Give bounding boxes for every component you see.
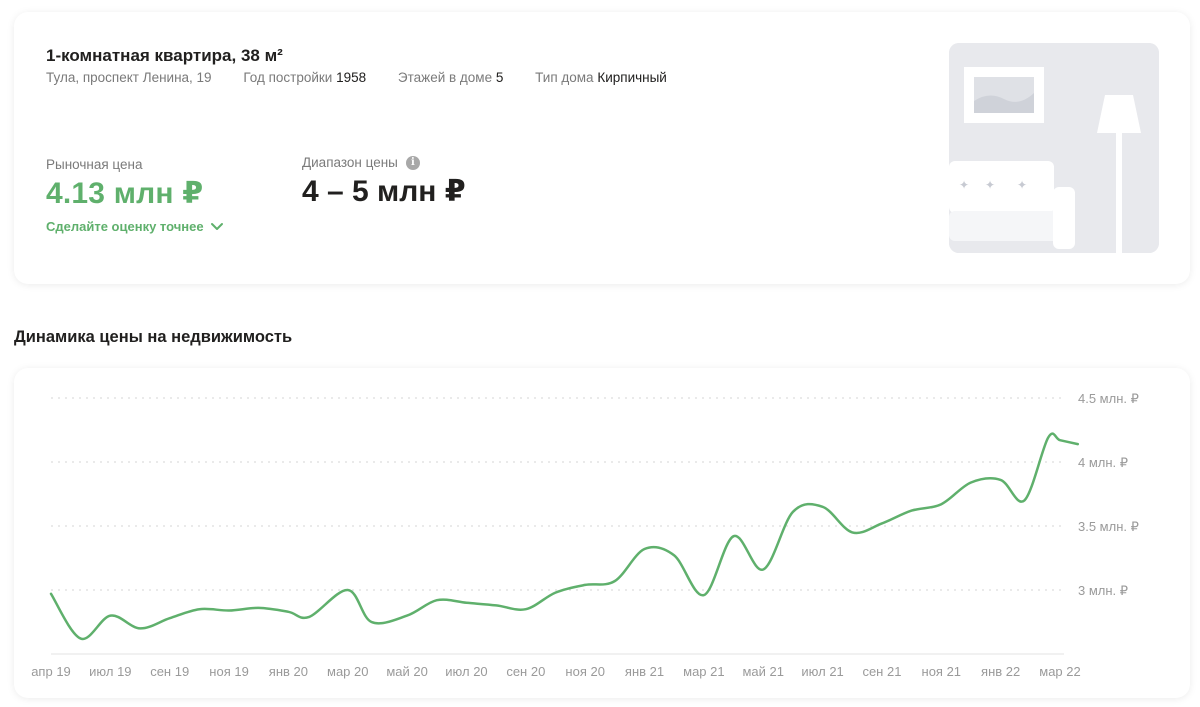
x-tick-label: ноя 20 xyxy=(565,664,605,679)
refine-estimate-link[interactable]: Сделайте оценку точнее xyxy=(46,219,224,234)
property-address: Тула, проспект Ленина, 19 xyxy=(46,70,212,85)
build-year-value: 1958 xyxy=(336,70,367,85)
floors-label: Этажей в доме xyxy=(397,70,493,85)
floors: Этажей в доме 5 xyxy=(398,70,507,85)
chevron-down-icon xyxy=(210,222,223,230)
price-range-label: Диапазон цены xyxy=(302,155,398,170)
price-range-block: Диапазон цены i 4 – 5 млн ₽ xyxy=(302,155,466,209)
x-tick-label: янв 22 xyxy=(981,664,1020,679)
y-tick-label: 4.5 млн. ₽ xyxy=(1078,391,1139,406)
svg-text:✦: ✦ xyxy=(959,178,969,192)
y-tick-label: 4 млн. ₽ xyxy=(1078,455,1128,470)
price-chart: 3 млн. ₽ 3.5 млн. ₽ 4 млн. ₽ 4.5 млн. ₽ апр … xyxy=(31,391,1139,679)
x-tick-label: май 21 xyxy=(742,664,784,679)
property-card: 1-комнатная квартира, 38 м² Тула, проспе… xyxy=(14,12,1190,284)
x-tick-label: сен 19 xyxy=(150,664,189,679)
house-type: Тип дома Кирпичный xyxy=(535,70,667,85)
x-tick-label: ноя 19 xyxy=(209,664,249,679)
room-illustration-image: ✦ ✦ ✦ xyxy=(949,43,1159,253)
x-tick-label: июл 19 xyxy=(89,664,131,679)
property-meta: Тула, проспект Ленина, 19 Год постройки … xyxy=(46,70,695,85)
property-title: 1-комнатная квартира, 38 м² xyxy=(46,46,283,65)
svg-text:✦: ✦ xyxy=(985,178,995,192)
floors-value: 5 xyxy=(495,70,504,85)
price-range-header: Диапазон цены i xyxy=(302,155,466,170)
x-tick-label: мар 20 xyxy=(327,664,368,679)
x-tick-label: янв 20 xyxy=(269,664,308,679)
market-price-value: 4.13 млн ₽ xyxy=(46,177,204,210)
x-tick-label: мар 21 xyxy=(683,664,724,679)
x-tick-label: июл 20 xyxy=(445,664,487,679)
x-tick-label: ноя 21 xyxy=(922,664,962,679)
x-tick-label: июл 21 xyxy=(801,664,843,679)
svg-text:✦: ✦ xyxy=(1017,178,1027,192)
x-tick-label: янв 21 xyxy=(625,664,664,679)
build-year-label: Год постройки xyxy=(243,70,333,85)
price-chart-card: 3 млн. ₽ 3.5 млн. ₽ 4 млн. ₽ 4.5 млн. ₽ апр … xyxy=(14,368,1190,698)
x-tick-label: сен 21 xyxy=(862,664,901,679)
y-tick-label: 3 млн. ₽ xyxy=(1078,583,1128,598)
x-tick-label: май 20 xyxy=(386,664,428,679)
section-title: Динамика цены на недвижимость xyxy=(14,328,293,346)
price-range-value: 4 – 5 млн ₽ xyxy=(302,175,466,208)
refine-estimate-label: Сделайте оценку точнее xyxy=(46,219,204,234)
market-price-label: Рыночная цена xyxy=(46,157,143,172)
build-year: Год постройки 1958 xyxy=(243,70,370,85)
market-price-block: Рыночная цена 4.13 млн ₽ Сделайте оценку… xyxy=(46,157,224,234)
house-type-label: Тип дома xyxy=(535,70,594,85)
room-illustration: ✦ ✦ ✦ xyxy=(949,43,1159,253)
x-tick-label: сен 20 xyxy=(506,664,545,679)
y-tick-label: 3.5 млн. ₽ xyxy=(1078,519,1139,534)
house-type-value: Кирпичный xyxy=(597,70,667,85)
info-icon[interactable]: i xyxy=(405,155,420,170)
x-tick-label: апр 19 xyxy=(31,664,71,679)
x-tick-label: мар 22 xyxy=(1039,664,1080,679)
price-series-line xyxy=(49,432,1080,640)
